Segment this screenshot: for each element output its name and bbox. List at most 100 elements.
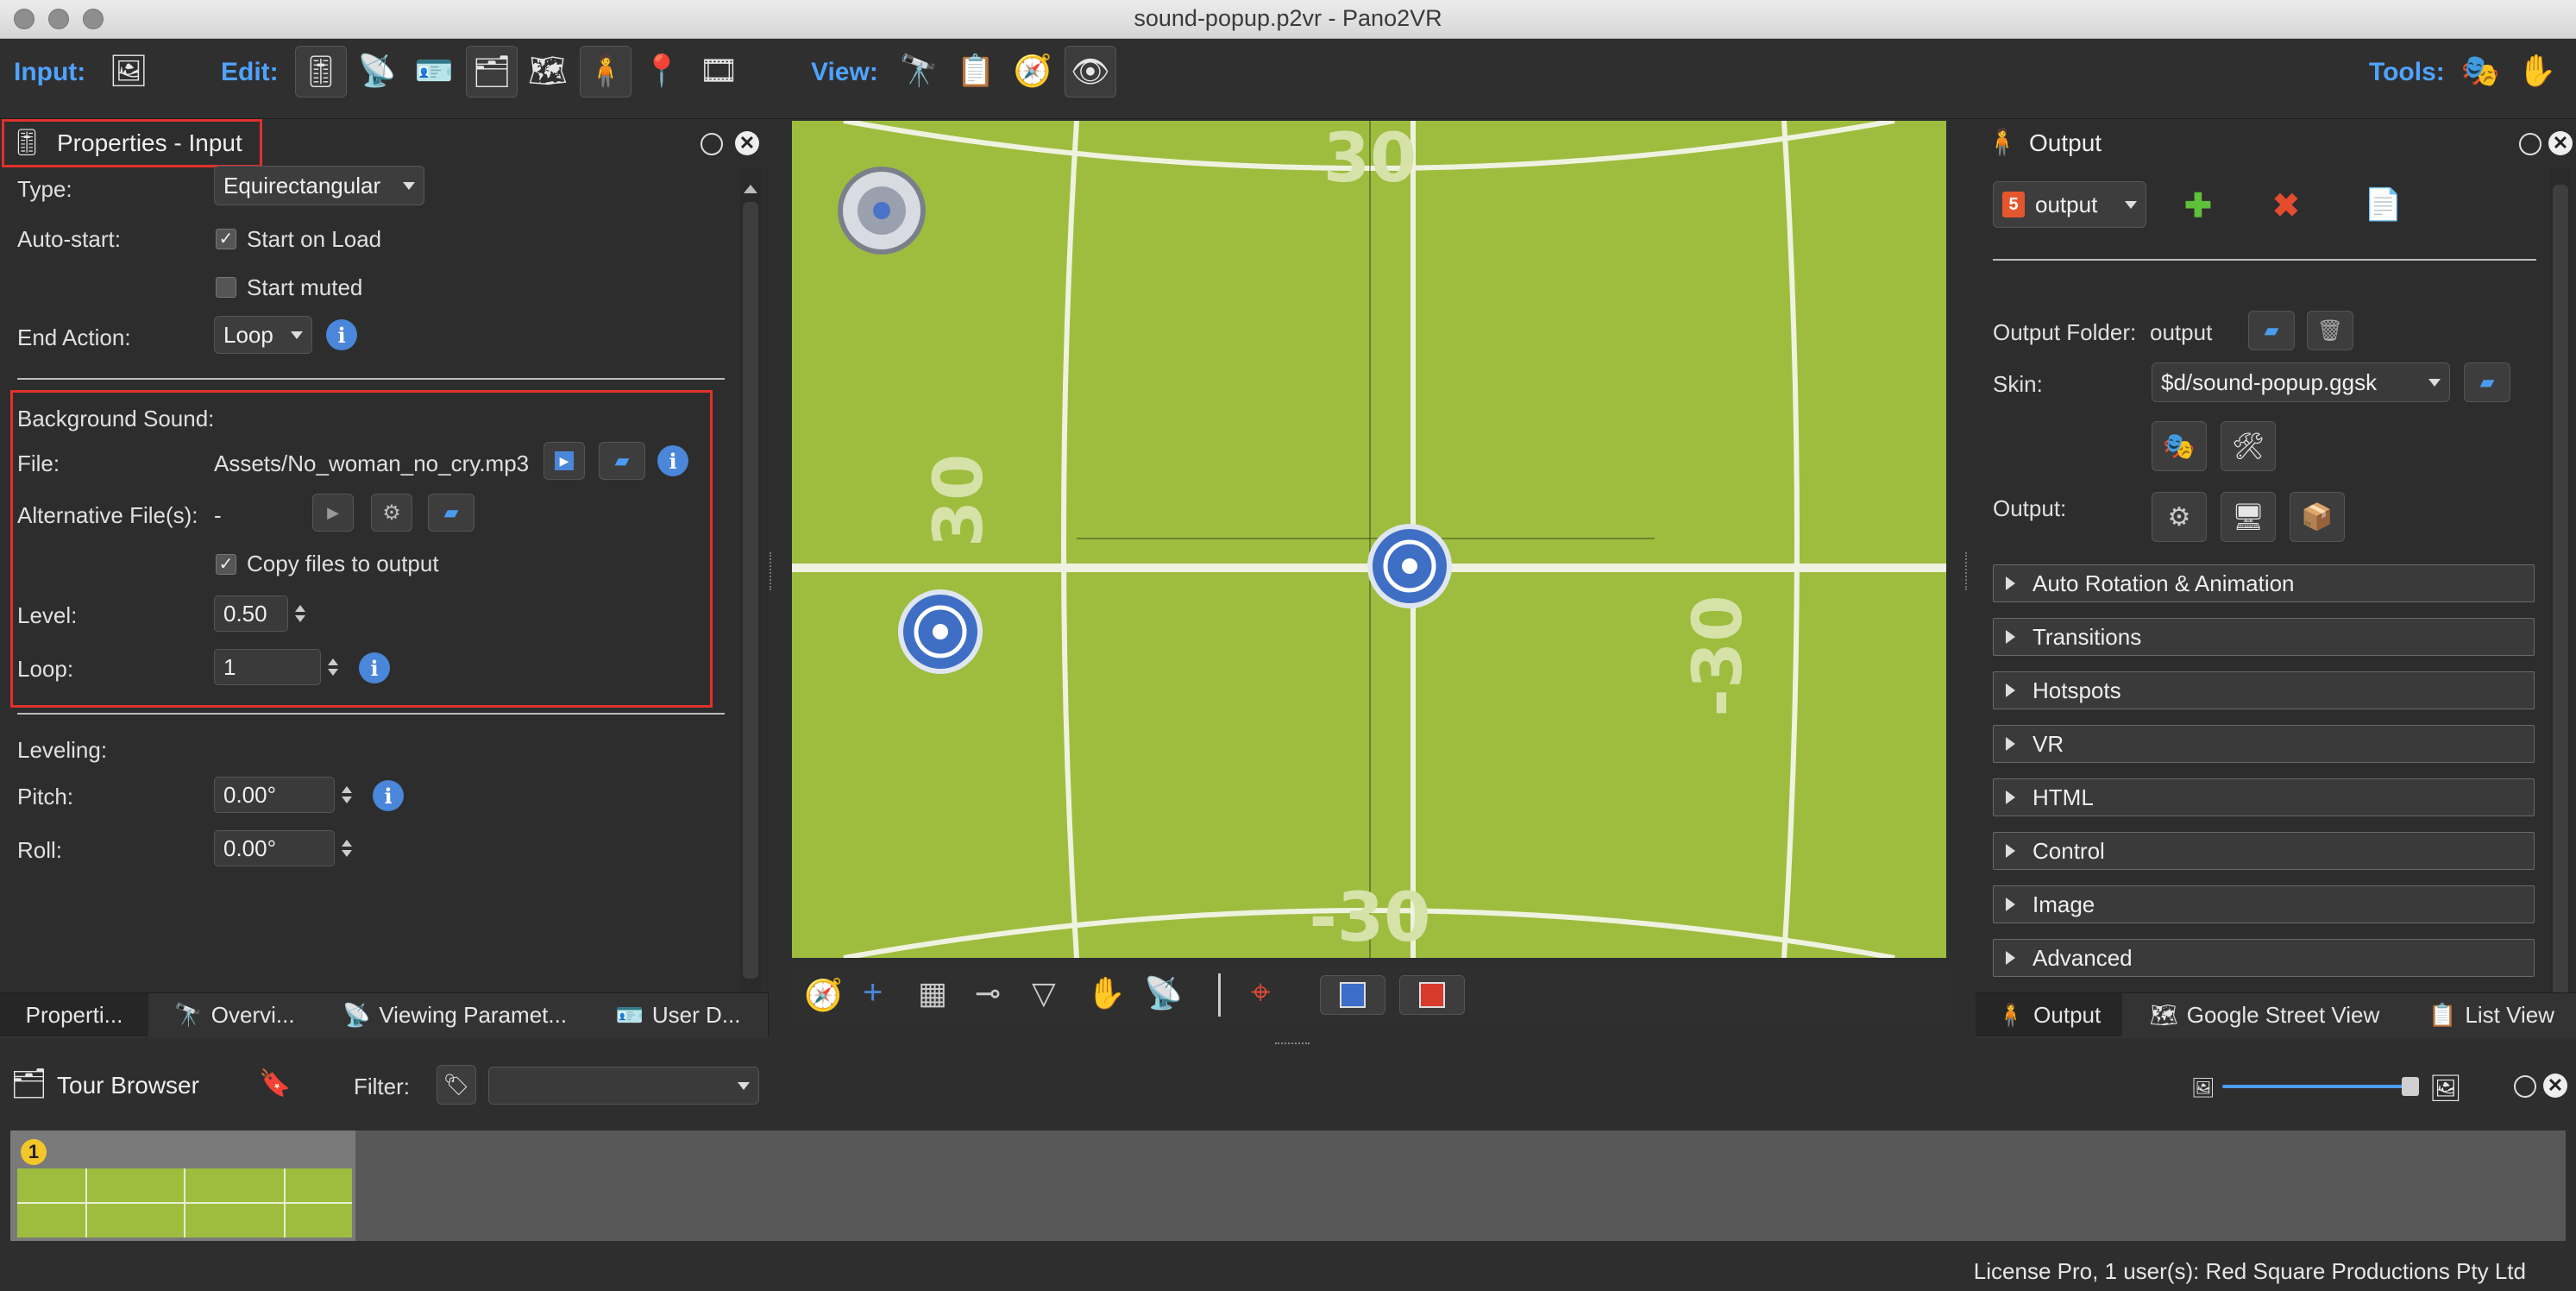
open-file-button[interactable]: ▰ <box>599 442 645 480</box>
animation-icon[interactable]: 🎞 <box>694 46 744 96</box>
package-button[interactable]: 📦 <box>2290 492 2345 542</box>
scroll-up-icon[interactable] <box>744 185 757 193</box>
tab-viewing-parameters[interactable]: 📡 Viewing Paramet... <box>321 993 589 1036</box>
level-spinbox[interactable]: 0.50 <box>214 595 305 632</box>
end-action-dropdown[interactable]: Loop <box>214 316 312 354</box>
color-picker-red[interactable] <box>1399 975 1465 1015</box>
section-transitions[interactable]: Transitions <box>1993 618 2535 656</box>
properties-icon[interactable]: 🎚 <box>295 46 347 98</box>
target-icon[interactable]: ⌖ <box>1251 973 1271 1012</box>
stamp-icon[interactable]: 🔖 <box>259 1068 291 1099</box>
tour-browser-icon[interactable]: 🗂 <box>466 46 518 98</box>
panorama-grid[interactable]: 30 -30 30 -30 <box>792 121 1946 958</box>
info-icon[interactable]: i <box>657 445 688 476</box>
section-hotspots[interactable]: Hotspots <box>1993 671 2535 709</box>
section-vr[interactable]: VR <box>1993 725 2535 763</box>
spin-arrows-icon[interactable] <box>324 650 342 684</box>
info-icon[interactable]: i <box>359 652 390 683</box>
tab-list-view[interactable]: 📋 List View <box>2407 993 2576 1036</box>
type-dropdown[interactable]: Equirectangular <box>214 166 424 205</box>
section-advanced[interactable]: Advanced <box>1993 939 2535 977</box>
object-editor-icon[interactable]: ✋ <box>2512 46 2562 96</box>
sound-hotspot-icon[interactable] <box>1367 524 1452 608</box>
binoculars-icon[interactable]: 🔭 <box>894 46 944 96</box>
panorama-viewer[interactable]: 30 -30 30 -30 <box>792 121 1946 958</box>
grid-icon[interactable]: ▦ <box>918 975 947 1011</box>
user-data-icon[interactable]: 🪪 <box>409 46 459 96</box>
tab-overview[interactable]: 🔭 Overvi... <box>148 993 322 1036</box>
close-icon[interactable]: ✕ <box>735 131 759 155</box>
scrollbar[interactable] <box>740 167 761 1030</box>
float-panel-icon[interactable] <box>2519 133 2541 155</box>
clipboard-icon[interactable]: 📋 <box>951 46 1001 96</box>
play-button[interactable]: ▶ <box>543 442 585 480</box>
tab-google-street-view[interactable]: 🗺 Google Street View <box>2122 993 2408 1036</box>
hand-icon[interactable]: ✋ <box>1087 975 1126 1011</box>
output-settings-button[interactable]: ⚙ <box>2152 492 2207 542</box>
thumbnail-size-slider[interactable] <box>2222 1085 2414 1088</box>
delete-folder-button[interactable]: 🗑 <box>2307 311 2353 350</box>
delete-output-icon[interactable]: ✖ <box>2272 186 2300 225</box>
close-icon[interactable]: ✕ <box>2548 131 2573 155</box>
skin-dropdown[interactable]: $d/sound-popup.ggsk <box>2152 362 2450 402</box>
scrollbar-thumb[interactable] <box>2553 185 2568 996</box>
filter-tag-button[interactable]: 🏷 <box>437 1065 476 1105</box>
slider-handle[interactable] <box>2402 1077 2419 1096</box>
float-panel-icon[interactable] <box>2514 1075 2536 1098</box>
float-panel-icon[interactable] <box>701 133 723 155</box>
floor-plan-icon[interactable]: 🗺 <box>523 46 573 96</box>
info-icon[interactable]: i <box>373 780 404 811</box>
loop-spinbox[interactable]: 1 <box>214 649 338 685</box>
open-folder-button[interactable]: ▰ <box>2248 311 2295 350</box>
open-skin-button[interactable]: ▰ <box>2464 362 2510 402</box>
compass-icon[interactable]: 🧭 <box>804 977 843 1013</box>
filter-input[interactable] <box>488 1067 759 1105</box>
add-panorama-icon[interactable]: 🖼 <box>104 46 154 96</box>
copy-files-checkbox[interactable]: ✓ <box>216 554 236 575</box>
roll-spinbox[interactable]: 0.00° <box>214 830 352 866</box>
street-view-icon[interactable]: 🧍 <box>580 46 631 98</box>
thumbnail-strip[interactable]: 1 <box>10 1130 2566 1241</box>
tab-output[interactable]: 🧍 Output <box>1976 993 2123 1036</box>
field-of-view-icon[interactable]: ▽ <box>1032 975 1056 1011</box>
skin-tools-button[interactable]: 🛠 <box>2221 421 2276 471</box>
alt-open-button[interactable]: ▰ <box>428 494 474 532</box>
spin-arrows-icon[interactable] <box>337 831 356 866</box>
crosshair-icon[interactable]: + <box>863 973 883 1012</box>
viewing-parameters-icon[interactable]: 📡 <box>352 46 402 96</box>
pitch-spinbox[interactable]: 0.00° <box>214 777 352 813</box>
close-icon[interactable]: ✕ <box>2543 1074 2567 1098</box>
section-html[interactable]: HTML <box>1993 778 2535 816</box>
spin-arrows-icon[interactable] <box>337 778 356 812</box>
splitter-handle[interactable] <box>770 552 776 590</box>
skin-editor-icon[interactable]: 🎭 <box>2455 46 2505 96</box>
section-control[interactable]: Control <box>1993 832 2535 870</box>
section-auto-rotation[interactable]: Auto Rotation & Animation <box>1993 564 2535 602</box>
alt-settings-button[interactable]: ⚙ <box>371 494 412 532</box>
preview-button[interactable]: 🖥 <box>2221 492 2276 542</box>
maps-icon[interactable]: 📍 <box>637 46 687 96</box>
tab-properties[interactable]: Properti... <box>0 993 149 1036</box>
add-output-icon[interactable]: ✚ <box>2184 186 2212 225</box>
thumbnail-selected[interactable]: 1 <box>10 1130 355 1241</box>
section-image[interactable]: Image <box>1993 885 2535 923</box>
new-document-icon[interactable]: 📄 <box>2364 186 2403 223</box>
skin-editor-button[interactable]: 🎭 <box>2152 421 2207 471</box>
view-icon[interactable]: 📡 <box>1144 975 1183 1011</box>
output-format-dropdown[interactable]: 5 output <box>1993 181 2146 228</box>
eye-icon[interactable]: 👁 <box>1065 46 1116 98</box>
splitter-handle[interactable] <box>1275 1042 1310 1048</box>
color-picker-blue[interactable] <box>1320 975 1385 1015</box>
tab-user-data[interactable]: 🪪 User D... <box>588 993 769 1036</box>
splitter-handle[interactable] <box>1965 552 1972 590</box>
info-icon[interactable]: i <box>326 319 357 350</box>
alt-play-button[interactable]: ▶ <box>312 494 354 532</box>
ruler-icon[interactable]: ⊸ <box>975 975 1001 1011</box>
start-muted-checkbox[interactable] <box>216 277 236 298</box>
start-on-load-checkbox[interactable]: ✓ <box>216 229 236 249</box>
scrollbar-thumb[interactable] <box>743 202 758 979</box>
sound-hotspot-icon[interactable] <box>898 589 983 674</box>
scrollbar[interactable] <box>2550 167 2571 1030</box>
compass-icon[interactable]: 🧭 <box>1008 46 1058 96</box>
spin-arrows-icon[interactable] <box>291 596 310 631</box>
